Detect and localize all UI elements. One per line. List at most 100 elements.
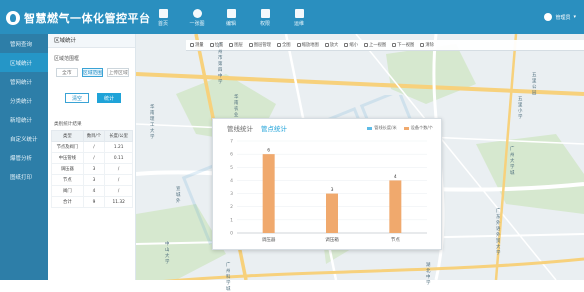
table-row: 调压器 3/ (51, 163, 133, 175)
app-title: 智慧燃气一体化管控平台 (24, 12, 151, 25)
y-tick-label: 0 (230, 231, 233, 237)
sidebar-item-custom-stats[interactable]: 自定义统计 (0, 129, 48, 148)
x-tick-label: 调压器 (262, 236, 276, 243)
sidebar-item-pipe-query[interactable]: 管网查询 (0, 34, 48, 53)
tool-zoom-in[interactable]: 放大 (324, 42, 338, 48)
area-stats-panel: 区域统计 区域范围框 全市 区域范围 上传区域 清空 统计 类别统计结果 类型 … (48, 34, 136, 280)
result-title: 类别统计结果 (54, 122, 82, 127)
table-row: 节点及阀门/1.21 (51, 141, 133, 153)
back-icon (363, 43, 368, 47)
map-label: 广州市第四中学 (218, 44, 223, 85)
y-tick-label: 3 (230, 191, 233, 197)
stats-dialog: 管线统计 管点统计 管线长度/米 设备个数/个 0 1 2 3 4 5 6 7 6 调压器 3 调压箱… (212, 118, 442, 250)
forward-icon (392, 43, 397, 47)
gas-flame-icon (6, 11, 20, 25)
map-label: 华南理工大学 (150, 105, 155, 140)
nav-map[interactable]: 一张图 (180, 4, 214, 32)
chart-legend: 管线长度/米 设备个数/个 (367, 125, 433, 131)
nav-home[interactable]: 首页 (146, 4, 180, 32)
range-selector: 全市 区域范围 上传区域 (48, 62, 135, 77)
sidebar: 管网查询 区域统计 管网统计 分类统计 新增统计 自定义统计 爆管分析 图纸打印 (0, 34, 48, 280)
bar (262, 154, 275, 233)
nav-edit[interactable]: 编辑 (214, 4, 248, 32)
tool-clear[interactable]: 清除 (420, 42, 434, 48)
panel-actions: 清空 统计 (48, 77, 135, 103)
table-row: 阀门 4/ (51, 185, 133, 197)
sidebar-item-print[interactable]: 图纸打印 (0, 167, 48, 186)
table-row: 中压管线/0.11 (51, 152, 133, 164)
nav-permission[interactable]: 权限 (248, 4, 282, 32)
map-label: 广州大学城 (510, 147, 515, 176)
y-tick-label: 7 (230, 139, 233, 145)
globe-icon (276, 43, 281, 47)
legend-swatch (367, 126, 373, 130)
sidebar-item-burst-analysis[interactable]: 爆管分析 (0, 148, 48, 167)
map-label: 五里小学 (518, 97, 523, 120)
y-tick-label: 4 (230, 178, 233, 184)
eraser-icon (420, 43, 425, 47)
legend-item-count[interactable]: 设备个数/个 (403, 125, 433, 131)
y-tick-label: 1 (230, 217, 233, 223)
monitor-icon (294, 9, 304, 18)
sidebar-item-category-stats[interactable]: 分类统计 (0, 91, 48, 110)
map-label: 广东外语外贸大学 (496, 209, 501, 256)
legend-item-length[interactable]: 管线长度/米 (367, 125, 397, 131)
layer-manage-icon (248, 43, 253, 47)
main-nav: 首页 一张图 编辑 权限 运维 (146, 4, 316, 32)
y-tick-label: 2 (230, 204, 233, 210)
user-menu[interactable]: 管理员 ▾ (544, 13, 576, 21)
map-label: 湖北中学 (426, 263, 431, 286)
data-label: 6 (267, 148, 270, 154)
clear-button[interactable]: 清空 (65, 93, 89, 103)
ruler-icon (190, 43, 194, 47)
user-permission-icon (260, 9, 270, 18)
tool-zoom-map[interactable]: 缩放地图 (296, 42, 319, 48)
bar (326, 193, 338, 233)
y-tick-label: 6 (230, 152, 233, 158)
result-table: 类型 数目/个 长度/公里 节点及阀门/1.21 中压管线/0.11 调压器 3/… (51, 130, 133, 208)
layers-icon (229, 43, 234, 47)
panel-title: 区域统计 (48, 34, 135, 48)
tool-zoom-out[interactable]: 缩小 (344, 42, 358, 48)
data-label: 4 (394, 174, 397, 180)
stat-button[interactable]: 统计 (97, 93, 121, 103)
sidebar-item-area-stats[interactable]: 区域统计 (0, 53, 48, 72)
sidebar-item-new-stats[interactable]: 新增统计 (0, 110, 48, 129)
tool-layer-manage[interactable]: 图层管理 (248, 42, 271, 48)
range-upload-button[interactable]: 上传区域 (107, 68, 130, 77)
avatar (544, 13, 553, 21)
x-tick-label: 节点 (391, 237, 400, 243)
zoom-map-icon (296, 43, 301, 47)
tool-layer[interactable]: 图层 (229, 42, 243, 48)
nav-ops[interactable]: 运维 (282, 4, 316, 32)
top-bar: 智慧燃气一体化管控平台 首页 一张图 编辑 权限 运维 管理员 ▾ (0, 0, 584, 34)
user-name: 管理员 (555, 14, 571, 21)
x-tick-label: 调压箱 (325, 236, 339, 243)
tool-full-extent[interactable]: 全图 (276, 42, 291, 48)
bar-chart: 0 1 2 3 4 5 6 7 6 调压器 3 调压箱 4 节点 (230, 139, 427, 243)
map-label: 中山大学 (165, 242, 170, 265)
tool-next-view[interactable]: 下一视图 (392, 42, 414, 48)
y-tick-label: 5 (230, 165, 233, 171)
chevron-down-icon: ▾ (573, 14, 576, 20)
map-layers-icon (192, 9, 202, 18)
table-total-row: 合计 9 11.32 (51, 196, 133, 208)
app-logo: 智慧燃气一体化管控平台 (6, 10, 151, 26)
tool-measure[interactable]: 测量 (190, 42, 204, 48)
range-area-button[interactable]: 区域范围 (81, 68, 104, 77)
tab-pipe-stats[interactable]: 管线统计 (227, 123, 253, 133)
edit-icon (226, 9, 236, 18)
bar (389, 180, 402, 233)
tool-prev-view[interactable]: 上一视图 (363, 42, 386, 48)
range-city-button[interactable]: 全市 (56, 68, 78, 77)
table-header: 类型 数目/个 长度/公里 (51, 130, 133, 142)
sidebar-item-pipe-stats[interactable]: 管网统计 (0, 72, 48, 91)
range-label: 区域范围框 (54, 56, 80, 62)
home-icon (158, 9, 168, 18)
data-label: 3 (331, 187, 334, 193)
table-row: 节点 3/ (51, 174, 133, 186)
legend-swatch (403, 126, 409, 130)
tab-point-stats[interactable]: 管点统计 (261, 123, 287, 133)
zoom-out-icon (344, 43, 349, 47)
map-toolbar: 测量 位置 图层 图层管理 全图 缩放地图 放大 缩小 上一视图 下一视图 清除 (186, 40, 584, 51)
